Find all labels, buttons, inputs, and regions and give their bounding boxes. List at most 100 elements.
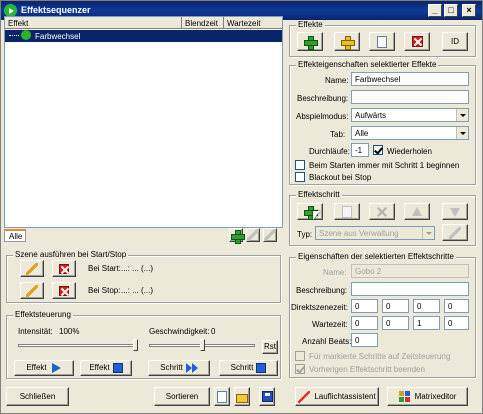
- table-row[interactable]: Farbwechsel: [5, 30, 282, 42]
- plus-copy-icon: [341, 35, 355, 50]
- clear-stop-scene-button[interactable]: [52, 282, 76, 299]
- playmode-value: Aufwärts: [355, 111, 387, 120]
- stop-label: Bei Stop:: [88, 286, 121, 295]
- blackout-checkbox[interactable]: [295, 172, 305, 182]
- step-name-label: Name:: [323, 268, 347, 277]
- play-icon: [21, 30, 31, 40]
- step-stop-button[interactable]: Schritt: [219, 360, 278, 376]
- effect-start-button[interactable]: Effekt: [14, 360, 74, 376]
- move-step-down-button[interactable]: [442, 203, 468, 220]
- description-label: Beschreibung:: [297, 94, 349, 103]
- maximize-button[interactable]: □: [444, 4, 458, 17]
- add-effect-button[interactable]: [297, 32, 323, 51]
- column-header-wartezeit[interactable]: Wartezeit: [224, 17, 282, 29]
- effect-stop-button[interactable]: Effekt: [80, 360, 132, 376]
- direct-time-field-1[interactable]: 0: [351, 299, 378, 313]
- sort-button[interactable]: Sortieren: [154, 387, 210, 406]
- delete-icon: [376, 206, 388, 218]
- repeat-checkbox[interactable]: [373, 145, 383, 155]
- matrix-icon: [398, 390, 411, 403]
- start-label: Bei Start:: [88, 264, 121, 273]
- effect-name-input[interactable]: Farbwechsel: [351, 72, 469, 86]
- effect-start-label: Effekt: [26, 363, 47, 372]
- intensity-slider-track[interactable]: [18, 344, 138, 347]
- pencil-icon: [247, 229, 259, 241]
- open-folder-button[interactable]: [234, 387, 250, 406]
- close-button[interactable]: Schließen: [6, 387, 69, 406]
- window-title: Effektsequenzer: [21, 5, 91, 15]
- move-step-up-button[interactable]: [404, 203, 430, 220]
- beats-input[interactable]: 0: [351, 333, 378, 347]
- runs-input[interactable]: -1: [351, 143, 369, 157]
- direct-time-field-2[interactable]: 0: [382, 299, 409, 313]
- arrow-down-icon: [449, 206, 461, 218]
- mouse-cursor-icon: [313, 211, 325, 223]
- step-type-value: Szene aus Verwaltung: [319, 229, 399, 238]
- time-control-label: Für markierte Schritte auf Zeitsteuerung: [309, 352, 451, 361]
- edit-stop-scene-button[interactable]: [20, 282, 44, 299]
- column-header-effekt[interactable]: Effekt: [5, 17, 182, 29]
- effect-id-button[interactable]: ID: [442, 32, 468, 51]
- playmode-select[interactable]: Aufwärts: [351, 108, 469, 122]
- copy-effect-button[interactable]: [369, 32, 395, 51]
- effect-list[interactable]: Effekt Blendzeit Wartezeit Farbwechsel: [4, 16, 283, 228]
- edit-tab-button[interactable]: [246, 228, 260, 242]
- save-button[interactable]: [259, 387, 275, 406]
- wait-time-field-2[interactable]: 0: [382, 316, 409, 330]
- chaser-wizard-label: Lauflichtassistent: [314, 391, 376, 401]
- start-step1-checkbox[interactable]: [295, 160, 305, 170]
- speed-slider-thumb[interactable]: [200, 339, 205, 351]
- direct-time-field-3[interactable]: 0: [413, 299, 440, 313]
- folder-icon: [236, 394, 248, 403]
- effektsequenzer-window: Effektsequenzer _ □ × Effekt Blendzeit W…: [0, 0, 483, 414]
- pencil-icon: [26, 262, 38, 275]
- start-step1-label: Beim Starten immer mit Schritt 1 beginne…: [309, 161, 460, 170]
- type-label: Typ:: [297, 230, 313, 239]
- matrix-editor-button[interactable]: Matrixeditor: [387, 387, 468, 406]
- step-description-input[interactable]: [351, 282, 469, 296]
- time-control-checkbox[interactable]: [295, 351, 305, 361]
- copy-step-button[interactable]: [334, 203, 360, 220]
- stop-icon: [112, 363, 123, 373]
- reset-speed-button[interactable]: Rst: [262, 340, 278, 354]
- end-previous-step-label: Vorherigen Effektschritt beenden: [309, 365, 425, 374]
- end-previous-step-checkbox[interactable]: [295, 364, 305, 374]
- runs-label: Durchläufe:: [309, 147, 350, 156]
- column-header-blendzeit[interactable]: Blendzeit: [182, 17, 224, 29]
- duplicate-effect-button[interactable]: [334, 32, 360, 51]
- step-forward-label: Schritt: [160, 363, 183, 372]
- name-label: Name:: [325, 76, 349, 85]
- blackout-label: Blackout bei Stop: [309, 173, 372, 182]
- tab-select[interactable]: Alle: [351, 126, 469, 140]
- wait-time-field-4[interactable]: 0: [444, 316, 469, 330]
- step-type-select[interactable]: Szene aus Verwaltung: [315, 226, 435, 240]
- edit-step-button[interactable]: [442, 224, 468, 241]
- matrix-editor-label: Matrixeditor: [414, 391, 457, 401]
- wait-time-field-3[interactable]: 1: [413, 316, 440, 330]
- delete-icon: [411, 36, 423, 47]
- delete-effect-button[interactable]: [404, 32, 430, 51]
- step-properties-title: Eigenschaften der selektierten Effektsch…: [296, 252, 456, 261]
- delete-step-button[interactable]: [369, 203, 395, 220]
- add-tab-button[interactable]: [229, 228, 245, 244]
- tab-alle[interactable]: Alle: [4, 229, 26, 242]
- effect-description-input[interactable]: [351, 90, 469, 104]
- beats-label: Anzahl Beats:: [302, 337, 352, 346]
- playmode-label: Abspielmodus:: [296, 112, 349, 121]
- start-value: ...: ... (...): [121, 264, 153, 273]
- edit-start-scene-button[interactable]: [20, 260, 44, 277]
- step-forward-button[interactable]: Schritt: [148, 360, 210, 376]
- clear-start-scene-button[interactable]: [52, 260, 76, 277]
- line-icon: [264, 229, 276, 241]
- step-name-input[interactable]: Gobo 2: [351, 264, 469, 278]
- direct-time-field-4[interactable]: 0: [444, 299, 469, 313]
- minimize-button[interactable]: _: [428, 4, 442, 17]
- chevron-down-icon: [422, 227, 434, 239]
- wait-time-field-1[interactable]: 0: [351, 316, 378, 330]
- close-window-button[interactable]: ×: [462, 4, 476, 17]
- chaser-wizard-button[interactable]: Lauflichtassistent: [295, 387, 379, 406]
- remove-tab-button[interactable]: [263, 228, 277, 242]
- effect-step-title: Effektschritt: [296, 190, 342, 199]
- new-file-button[interactable]: [214, 387, 230, 406]
- intensity-slider-thumb[interactable]: [133, 339, 138, 351]
